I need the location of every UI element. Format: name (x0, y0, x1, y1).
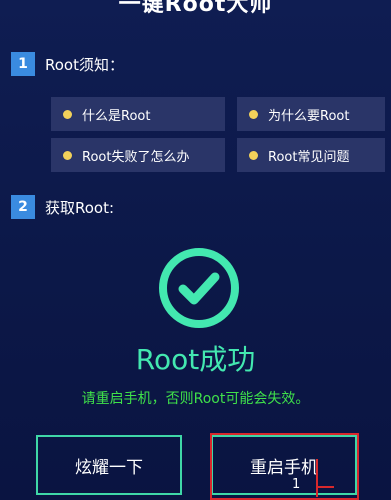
section-number-badge: 2 (11, 195, 35, 219)
card-label: 为什么要Root (268, 108, 350, 124)
bullet-dot-icon (249, 150, 258, 160)
section-label: Root须知： (45, 55, 124, 74)
card-label: Root常见问题 (268, 149, 350, 165)
bullet-dot-icon (63, 109, 72, 119)
card-root-failed[interactable]: Root失败了怎么办 (51, 138, 225, 172)
card-root-faq[interactable]: Root常见问题 (237, 138, 385, 172)
section-get-root: 2 获取Root: (11, 195, 114, 219)
section-number-badge: 1 (11, 52, 35, 76)
bullet-dot-icon (249, 109, 258, 119)
bullet-dot-icon (63, 150, 72, 160)
highlight-marker (316, 459, 318, 497)
status-title: Root成功 (135, 343, 256, 376)
section-root-notice: 1 Root须知： (11, 52, 124, 76)
card-why-root[interactable]: 为什么要Root (237, 97, 385, 131)
annotation-mark: 1 (292, 477, 301, 492)
card-label: Root失败了怎么办 (82, 149, 190, 165)
status-message: 请重启手机，否则Root可能会失效。 (81, 391, 310, 407)
restart-phone-button[interactable]: 重启手机 (211, 435, 357, 495)
section-label: 获取Root: (45, 198, 115, 217)
app-title: 一键Root大师 (118, 0, 273, 17)
card-what-is-root[interactable]: 什么是Root (51, 97, 225, 131)
share-button[interactable]: 炫耀一下 (36, 435, 182, 495)
check-circle-icon (157, 246, 241, 330)
card-label: 什么是Root (82, 108, 151, 124)
highlight-marker-tick (316, 486, 334, 488)
